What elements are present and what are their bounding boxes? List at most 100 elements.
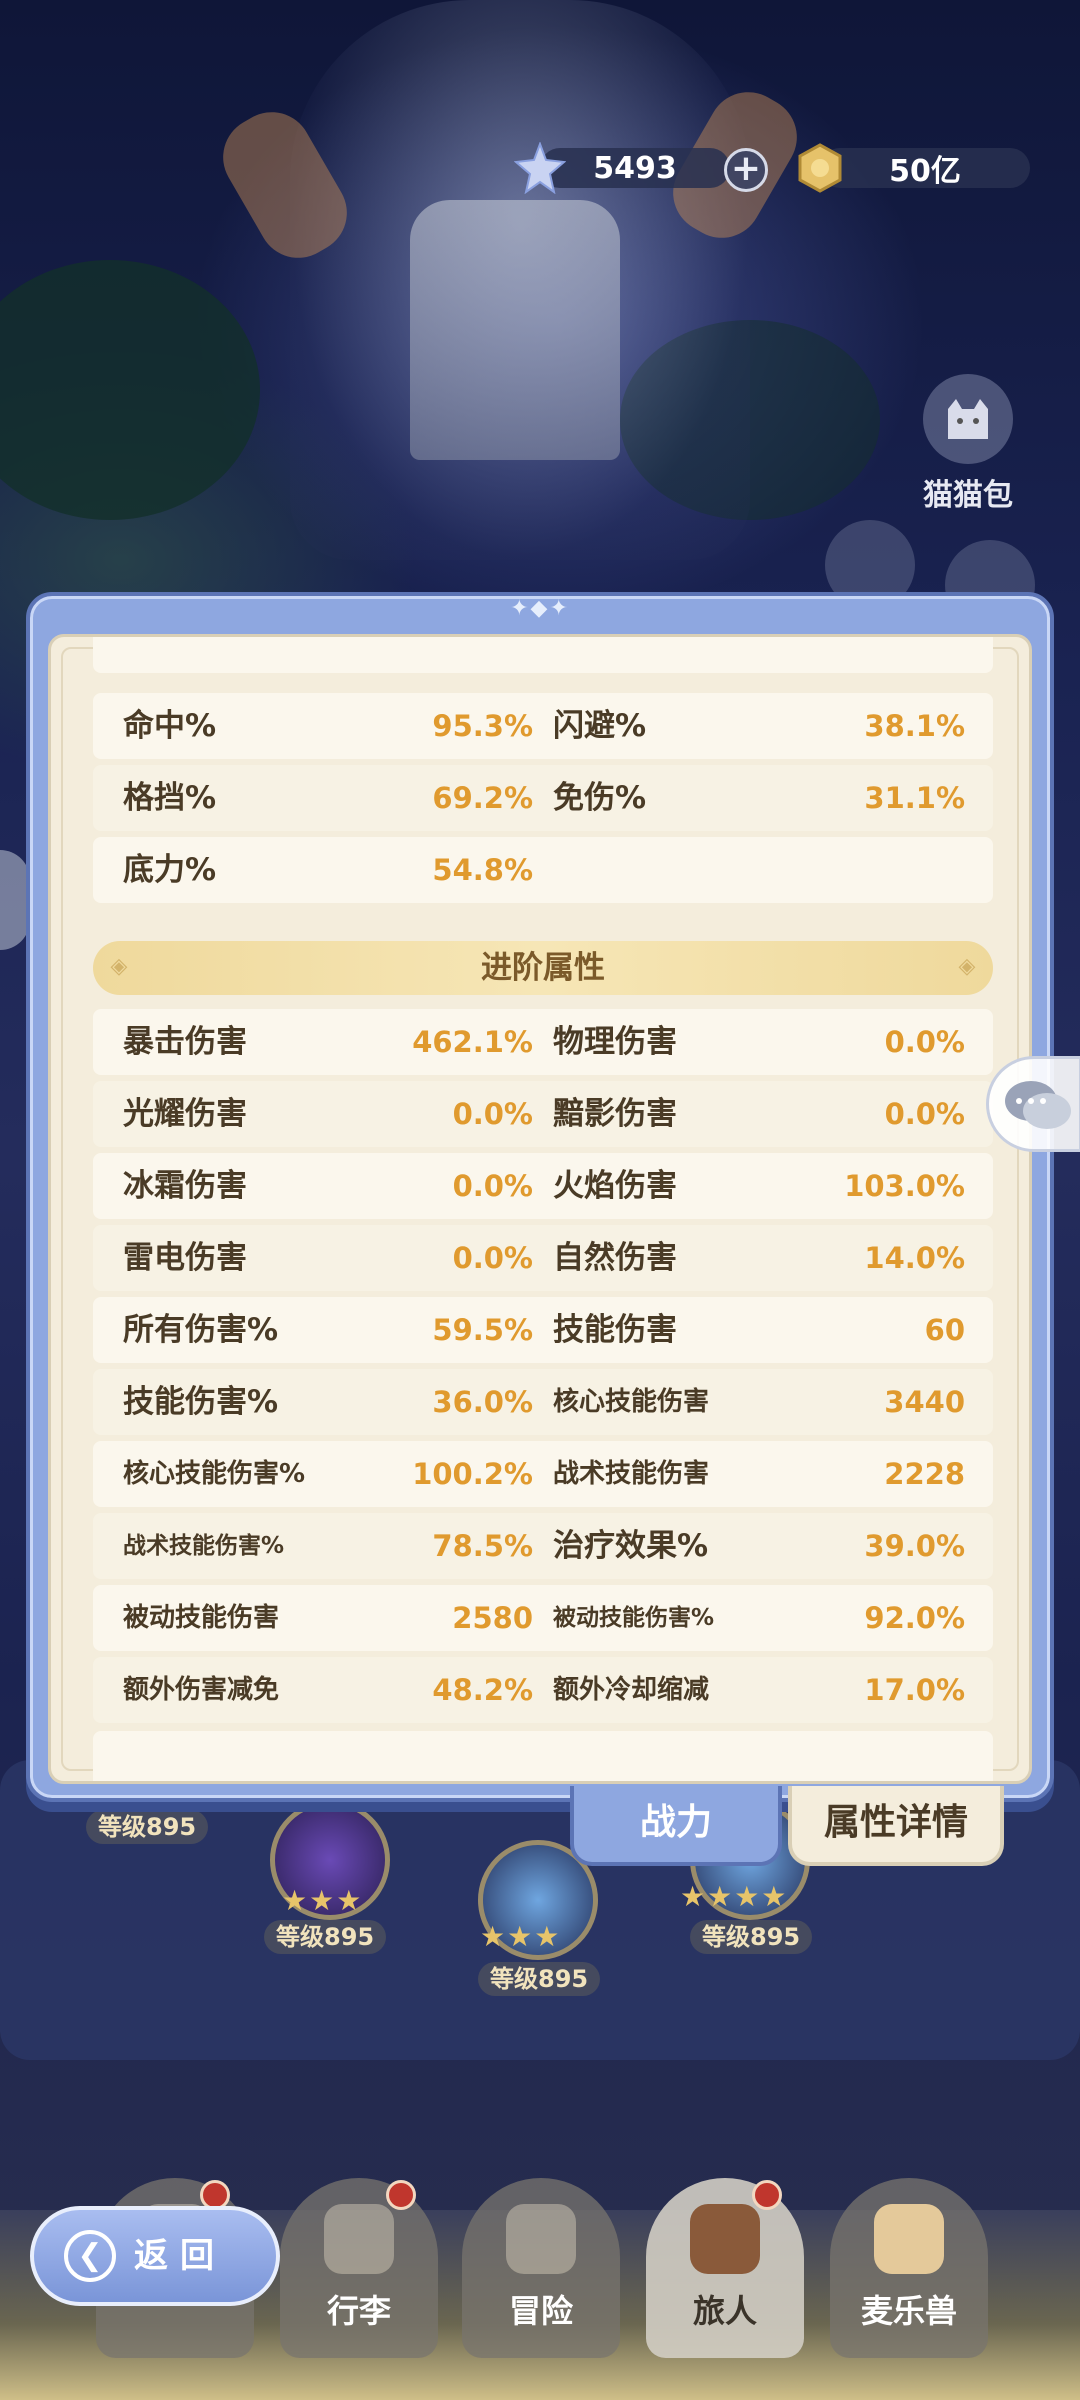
stat-value: [785, 637, 965, 673]
gem-icon: [512, 140, 568, 196]
stat-label: 额外伤害减免: [123, 1675, 280, 1705]
stat-label: 治疗效果%: [553, 1528, 709, 1564]
stat-value: 31.1%: [864, 781, 965, 815]
gold-coin-icon: [792, 140, 848, 196]
attribute-scroll-area[interactable]: 命中% 95.3% 闪避% 38.1% 格挡% 69.2% 免伤% 31.1% …: [48, 634, 1032, 1784]
stat-value: 48.2%: [432, 1673, 533, 1707]
tab-power[interactable]: 战力: [570, 1786, 782, 1866]
stat-value: 38.1%: [864, 709, 965, 743]
level-tag: 等级895: [86, 1810, 209, 1844]
notification-dot: [386, 2180, 416, 2210]
stat-value: 103.0%: [844, 1169, 965, 1203]
advanced-attributes-header: ◈ 进阶属性 ◈: [93, 941, 993, 995]
nav-item-traveler[interactable]: 旅人: [646, 2178, 804, 2358]
section-title: 进阶属性: [481, 950, 605, 986]
stat-row: 暴击伤害 462.1% 物理伤害 0.0%: [93, 1009, 993, 1075]
stat-value: 462.1%: [412, 1025, 533, 1059]
stat-row: 雷电伤害 0.0% 自然伤害 14.0%: [93, 1225, 993, 1291]
nav-item-luggage[interactable]: 行李: [280, 2178, 438, 2358]
stat-value: 59.5%: [432, 1313, 533, 1347]
stat-value: 0.0%: [884, 1025, 965, 1059]
stat-label: 光耀伤害: [123, 1096, 247, 1132]
stat-label: 技能伤害: [553, 1312, 677, 1348]
stat-value: 0.0%: [452, 1169, 533, 1203]
stat-row: [93, 637, 993, 673]
stat-label: 底力%: [123, 852, 217, 888]
stat-value: 2228: [884, 1457, 965, 1491]
back-button[interactable]: ❮ 返回: [30, 2206, 280, 2306]
stat-label: 被动技能伤害%: [553, 1605, 715, 1631]
cat-bag-button[interactable]: 猫猫包: [908, 374, 1028, 514]
stat-label: 被动技能伤害: [123, 1603, 280, 1633]
stat-label: 自然伤害: [553, 1240, 677, 1276]
stat-row: 核心技能伤害% 100.2% 战术技能伤害 2228: [93, 1441, 993, 1507]
stat-value: 54.8%: [432, 853, 533, 887]
stat-row: [93, 1731, 993, 1781]
level-tag: 等级895: [690, 1920, 813, 1954]
stat-row: 技能伤害% 36.0% 核心技能伤害 3440: [93, 1369, 993, 1435]
stat-label: 所有伤害%: [123, 1312, 279, 1348]
stat-value: 3440: [884, 1385, 965, 1419]
nav-label: 行李: [326, 2292, 391, 2330]
stat-value: 0.0%: [452, 1097, 533, 1131]
stat-label: 核心技能伤害: [553, 1387, 710, 1417]
nav-label: 旅人: [692, 2292, 757, 2330]
stat-value: [785, 837, 965, 903]
gold-count: 50亿: [820, 148, 1030, 189]
add-gems-button[interactable]: +: [724, 148, 768, 192]
stat-label: 格挡%: [123, 780, 217, 816]
stat-label: 黯影伤害: [553, 1096, 677, 1132]
back-arrow-icon: ❮: [64, 2230, 116, 2282]
stat-label: 闪避%: [553, 708, 647, 744]
stat-row: 冰霜伤害 0.0% 火焰伤害 103.0%: [93, 1153, 993, 1219]
cat-bag-label: 猫猫包: [923, 478, 1013, 513]
stat-row: 被动技能伤害 2580 被动技能伤害% 92.0%: [93, 1585, 993, 1651]
character-torso: [410, 200, 620, 460]
skill-stars: ★★★: [480, 1920, 562, 1953]
crossed-swords-icon: [506, 2204, 576, 2274]
panel-ornament: ✦◆✦: [510, 596, 570, 621]
stat-label: 技能伤害%: [123, 1384, 279, 1420]
stat-value: 39.0%: [864, 1529, 965, 1563]
stat-label: 火焰伤害: [553, 1168, 677, 1204]
back-label: 返回: [134, 2236, 226, 2276]
stat-value: 14.0%: [864, 1241, 965, 1275]
stat-label: 物理伤害: [553, 1024, 677, 1060]
stat-value: 2580: [452, 1601, 533, 1635]
cat-icon: [923, 374, 1013, 464]
stat-row: 光耀伤害 0.0% 黯影伤害 0.0%: [93, 1081, 993, 1147]
diamond-ornament-icon: ◈: [958, 954, 976, 979]
stat-value: 95.3%: [432, 709, 533, 743]
fox-icon: [874, 2204, 944, 2274]
nav-item-adventure[interactable]: 冒险: [462, 2178, 620, 2358]
stat-label: 战术技能伤害%: [123, 1533, 285, 1559]
diamond-ornament-icon: ◈: [110, 954, 128, 979]
stat-row: 命中% 95.3% 闪避% 38.1%: [93, 693, 993, 759]
stat-row: 战术技能伤害% 78.5% 治疗效果% 39.0%: [93, 1513, 993, 1579]
stat-label: 免伤%: [553, 780, 647, 816]
chat-bubble-icon: [1005, 1081, 1071, 1129]
stat-value: [353, 637, 533, 673]
nav-label: 冒险: [508, 2292, 573, 2330]
stat-row: 格挡% 69.2% 免伤% 31.1%: [93, 765, 993, 831]
stat-value: 100.2%: [412, 1457, 533, 1491]
stat-label: 战术技能伤害: [553, 1459, 710, 1489]
stat-value: 0.0%: [884, 1097, 965, 1131]
stat-label: 雷电伤害: [123, 1240, 247, 1276]
level-tag: 等级895: [264, 1920, 387, 1954]
stat-label: 命中%: [123, 708, 217, 744]
stat-row: 底力% 54.8%: [93, 837, 993, 903]
stat-label: 暴击伤害: [123, 1024, 247, 1060]
stat-label: 核心技能伤害%: [123, 1459, 306, 1489]
tab-attribute-details[interactable]: 属性详情: [788, 1786, 1004, 1866]
chat-button[interactable]: [986, 1056, 1080, 1152]
stat-value: 69.2%: [432, 781, 533, 815]
nav-item-pet[interactable]: 麦乐兽: [830, 2178, 988, 2358]
nav-label: 麦乐兽: [860, 2292, 957, 2330]
skill-stars: ★★★: [282, 1884, 364, 1917]
stat-value: 92.0%: [864, 1601, 965, 1635]
traveler-avatar-icon: [690, 2204, 760, 2274]
level-tag: 等级895: [478, 1962, 601, 1996]
tree-silhouette: [0, 260, 260, 520]
stat-value: 17.0%: [864, 1673, 965, 1707]
